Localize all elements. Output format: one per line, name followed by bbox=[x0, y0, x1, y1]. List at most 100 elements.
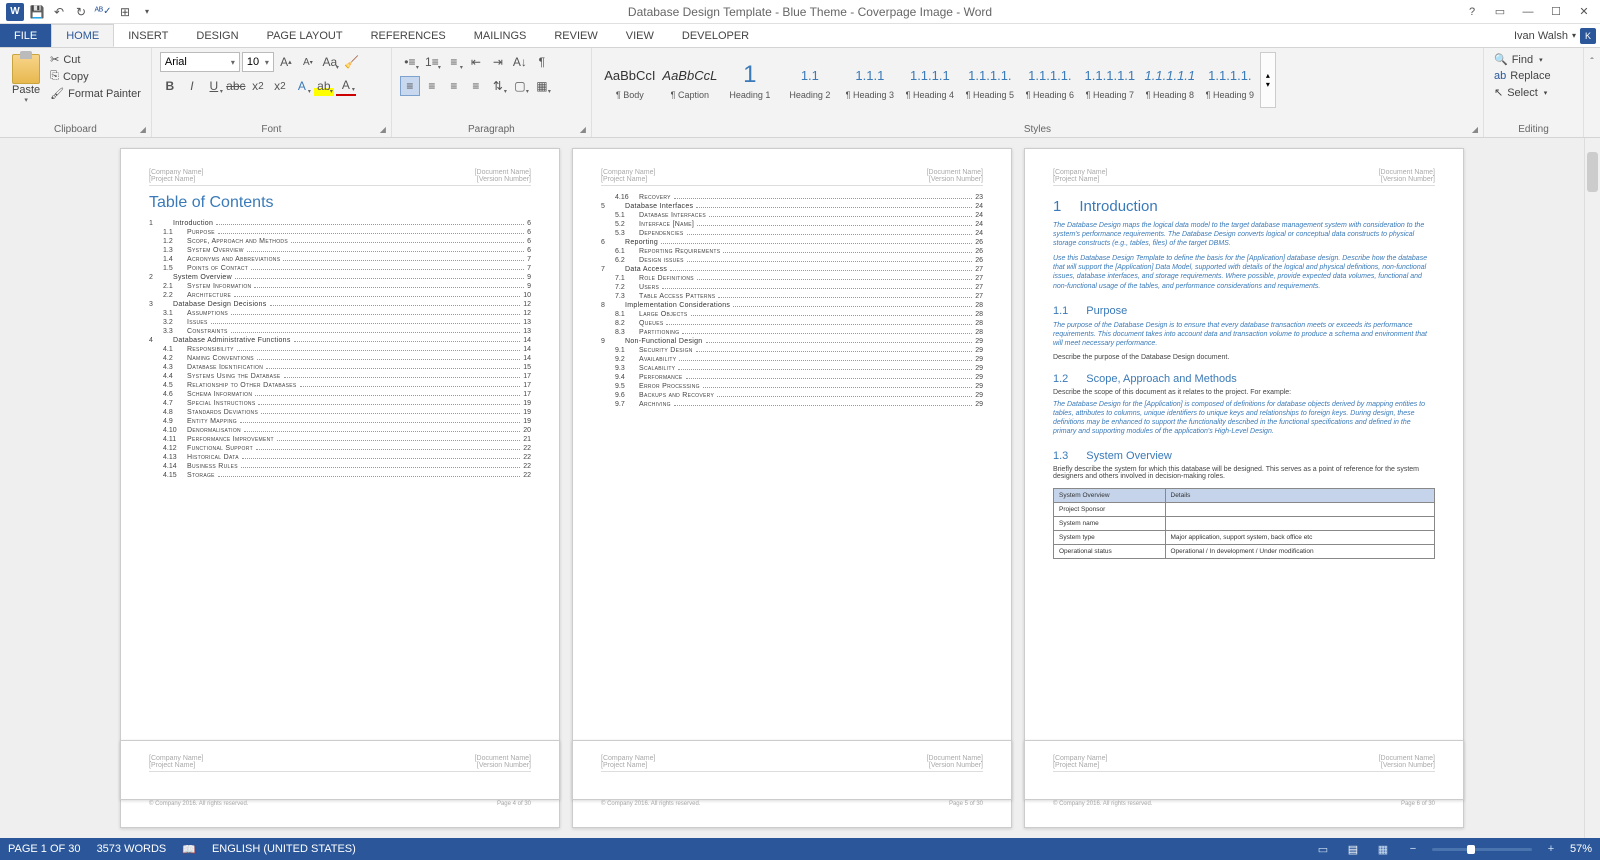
tab-mailings[interactable]: MAILINGS bbox=[460, 24, 541, 47]
toc-entry[interactable]: 1.1Purpose6 bbox=[149, 229, 531, 236]
toc-entry[interactable]: 4.2Naming Conventions14 bbox=[149, 355, 531, 362]
page-5[interactable]: [Company Name][Project Name] [Document N… bbox=[572, 148, 1012, 828]
paragraph-launcher-icon[interactable]: ◢ bbox=[577, 123, 589, 135]
cut-button[interactable]: ✂Cut bbox=[48, 52, 143, 67]
toc-entry[interactable]: 3Database Design Decisions12 bbox=[149, 301, 531, 308]
toc-entry[interactable]: 9.7Archiving29 bbox=[601, 401, 983, 408]
toc-entry[interactable]: 4.12Functional Support22 bbox=[149, 445, 531, 452]
page-9-stub[interactable]: [Company Name][Project Name][Document Na… bbox=[1024, 740, 1464, 800]
save-icon[interactable]: 💾 bbox=[26, 1, 48, 23]
italic-icon[interactable]: I bbox=[182, 76, 202, 96]
minimize-icon[interactable]: — bbox=[1518, 2, 1538, 22]
collapse-ribbon-icon[interactable]: ˆ bbox=[1584, 52, 1600, 72]
toc-entry[interactable]: 6.1Reporting Requirements26 bbox=[601, 248, 983, 255]
toc-entry[interactable]: 9.2Availability29 bbox=[601, 356, 983, 363]
toc-entry[interactable]: 8.1Large Objects28 bbox=[601, 311, 983, 318]
print-layout-icon[interactable]: ▤ bbox=[1342, 840, 1364, 858]
user-name[interactable]: Ivan Walsh bbox=[1514, 30, 1568, 42]
toc-entry[interactable]: 4.7Special Instructions19 bbox=[149, 400, 531, 407]
subscript-icon[interactable]: x2 bbox=[248, 76, 268, 96]
strikethrough-icon[interactable]: abc bbox=[226, 76, 246, 96]
clear-formatting-icon[interactable]: 🧹 bbox=[342, 52, 362, 72]
toc-entry[interactable]: 5.3Dependencies24 bbox=[601, 230, 983, 237]
increase-indent-icon[interactable]: ⇥ bbox=[488, 52, 508, 72]
toc-entry[interactable]: 1.4Acronyms and Abbreviations7 bbox=[149, 256, 531, 263]
align-center-icon[interactable]: ≡ bbox=[422, 76, 442, 96]
maximize-icon[interactable]: ☐ bbox=[1546, 2, 1566, 22]
page-7-stub[interactable]: [Company Name][Project Name][Document Na… bbox=[120, 740, 560, 800]
toc-entry[interactable]: 4.5Relationship to Other Databases17 bbox=[149, 382, 531, 389]
toc-entry[interactable]: 4.14Business Rules22 bbox=[149, 463, 531, 470]
align-right-icon[interactable]: ≡ bbox=[444, 76, 464, 96]
zoom-level[interactable]: 57% bbox=[1570, 843, 1592, 855]
toc-entry[interactable]: 4.13Historical Data22 bbox=[149, 454, 531, 461]
page-8-stub[interactable]: [Company Name][Project Name][Document Na… bbox=[572, 740, 1012, 800]
toc-entry[interactable]: 1.2Scope, Approach and Methods6 bbox=[149, 238, 531, 245]
toc-entry[interactable]: 4.10Denormalisation20 bbox=[149, 427, 531, 434]
toc-entry[interactable]: 4.16Recovery23 bbox=[601, 194, 983, 201]
tab-insert[interactable]: INSERT bbox=[114, 24, 182, 47]
font-color-icon[interactable]: A▾ bbox=[336, 76, 356, 96]
grow-font-icon[interactable]: A▴ bbox=[276, 52, 296, 72]
toc-entry[interactable]: 5.2Interface [Name]24 bbox=[601, 221, 983, 228]
style--body[interactable]: AaBbCcI¶ Body bbox=[600, 52, 660, 108]
style--heading-9[interactable]: 1.1.1.1.¶ Heading 9 bbox=[1200, 52, 1260, 108]
decrease-indent-icon[interactable]: ⇤ bbox=[466, 52, 486, 72]
style--heading-8[interactable]: 1.1.1.1.1¶ Heading 8 bbox=[1140, 52, 1200, 108]
shrink-font-icon[interactable]: A▾ bbox=[298, 52, 318, 72]
toc-entry[interactable]: 4.1Responsibility14 bbox=[149, 346, 531, 353]
toc-entry[interactable]: 2.1System Information9 bbox=[149, 283, 531, 290]
toc-entry[interactable]: 1.5Points of Contact7 bbox=[149, 265, 531, 272]
style--heading-4[interactable]: 1.1.1.1¶ Heading 4 bbox=[900, 52, 960, 108]
toc-entry[interactable]: 3.2Issues13 bbox=[149, 319, 531, 326]
toc-entry[interactable]: 6.2Design issues26 bbox=[601, 257, 983, 264]
zoom-slider[interactable] bbox=[1432, 848, 1532, 851]
align-left-icon[interactable]: ≡ bbox=[400, 76, 420, 96]
copy-button[interactable]: ⎘Copy bbox=[48, 69, 143, 84]
toc-entry[interactable]: 7.1Role Definitions27 bbox=[601, 275, 983, 282]
borders-icon[interactable]: ▦▾ bbox=[532, 76, 552, 96]
spelling-icon[interactable]: ᴬᴮ✓ bbox=[92, 1, 114, 23]
justify-icon[interactable]: ≡ bbox=[466, 76, 486, 96]
line-spacing-icon[interactable]: ⇅▾ bbox=[488, 76, 508, 96]
redo-icon[interactable]: ↻ bbox=[70, 1, 92, 23]
toc-entry[interactable]: 9.4Performance29 bbox=[601, 374, 983, 381]
multilevel-icon[interactable]: ≡▾ bbox=[444, 52, 464, 72]
paste-button[interactable]: Paste ▾ bbox=[8, 52, 44, 122]
bold-icon[interactable]: B bbox=[160, 76, 180, 96]
status-language[interactable]: ENGLISH (UNITED STATES) bbox=[212, 843, 356, 855]
page-4[interactable]: [Company Name][Project Name] [Document N… bbox=[120, 148, 560, 828]
superscript-icon[interactable]: x2 bbox=[270, 76, 290, 96]
close-icon[interactable]: ✕ bbox=[1574, 2, 1594, 22]
style--heading-6[interactable]: 1.1.1.1.¶ Heading 6 bbox=[1020, 52, 1080, 108]
toc-entry[interactable]: 7.2Users27 bbox=[601, 284, 983, 291]
style-heading-1[interactable]: 1Heading 1 bbox=[720, 52, 780, 108]
tab-file[interactable]: FILE bbox=[0, 24, 51, 47]
tab-home[interactable]: HOME bbox=[51, 24, 114, 47]
styles-more-icon[interactable]: ▴▾ bbox=[1260, 52, 1276, 108]
table-row[interactable]: System typeMajor application, support sy… bbox=[1054, 531, 1435, 545]
toc-entry[interactable]: 9.6Backups and Recovery29 bbox=[601, 392, 983, 399]
toc-entry[interactable]: 2System Overview9 bbox=[149, 274, 531, 281]
toc-entry[interactable]: 6Reporting26 bbox=[601, 239, 983, 246]
shading-icon[interactable]: ▢▾ bbox=[510, 76, 530, 96]
find-button[interactable]: 🔍Find▾ bbox=[1492, 52, 1553, 67]
help-icon[interactable]: ? bbox=[1462, 2, 1482, 22]
status-words[interactable]: 3573 WORDS bbox=[97, 843, 167, 855]
numbering-icon[interactable]: 1≡▾ bbox=[422, 52, 442, 72]
show-marks-icon[interactable]: ¶ bbox=[532, 52, 552, 72]
toc-entry[interactable]: 8.3Partitioning28 bbox=[601, 329, 983, 336]
quick-access-icon[interactable]: ⊞ bbox=[114, 1, 136, 23]
toc-entry[interactable]: 9.1Security Design29 bbox=[601, 347, 983, 354]
highlight-icon[interactable]: ab▾ bbox=[314, 76, 334, 96]
tab-developer[interactable]: DEVELOPER bbox=[668, 24, 763, 47]
read-mode-icon[interactable]: ▭ bbox=[1312, 840, 1334, 858]
styles-launcher-icon[interactable]: ◢ bbox=[1469, 123, 1481, 135]
vertical-scrollbar[interactable] bbox=[1584, 138, 1600, 838]
toc-entry[interactable]: 9.5Error Processing29 bbox=[601, 383, 983, 390]
toc-entry[interactable]: 8.2Queues28 bbox=[601, 320, 983, 327]
toc-entry[interactable]: 4.3Database Identification15 bbox=[149, 364, 531, 371]
font-launcher-icon[interactable]: ◢ bbox=[377, 123, 389, 135]
toc-entry[interactable]: 4.15Storage22 bbox=[149, 472, 531, 479]
sort-icon[interactable]: A↓ bbox=[510, 52, 530, 72]
